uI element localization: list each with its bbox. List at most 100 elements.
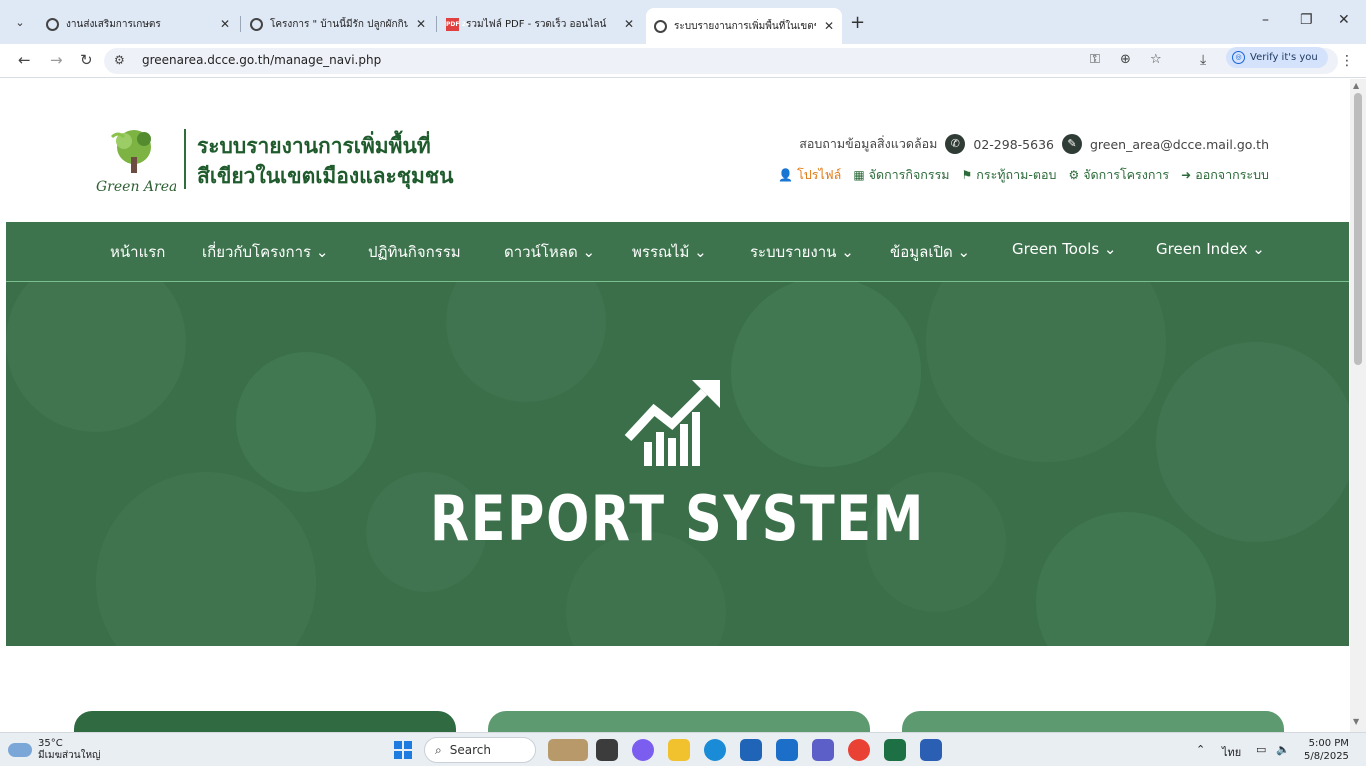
url-text[interactable]: greenarea.dcce.go.th/manage_navi.php bbox=[142, 53, 381, 67]
contact-phone[interactable]: 02-298-5636 bbox=[973, 137, 1054, 152]
forward-icon[interactable]: → bbox=[50, 51, 63, 69]
nav-green-index[interactable]: Green Index ⌄ bbox=[1156, 240, 1265, 258]
password-key-icon[interactable]: ⚿ bbox=[1090, 52, 1100, 67]
excel-icon[interactable] bbox=[884, 739, 906, 761]
tab-close-icon[interactable]: ✕ bbox=[416, 17, 426, 31]
minimize-icon[interactable]: – bbox=[1262, 12, 1269, 28]
search-icon: ⌕ bbox=[435, 742, 442, 757]
chrome-icon[interactable] bbox=[848, 739, 870, 761]
search-placeholder: Search bbox=[449, 743, 491, 757]
card-2[interactable] bbox=[488, 711, 870, 732]
green-area-logo[interactable]: Green Area bbox=[92, 123, 176, 199]
site-title[interactable]: ระบบรายงานการเพิ่มพื้นที่ สีเขียวในเขตเม… bbox=[197, 131, 454, 191]
back-icon[interactable]: ← bbox=[18, 51, 31, 69]
taskbar-clock[interactable]: 5:00 PM 5/8/2025 bbox=[1304, 737, 1349, 763]
nav-about[interactable]: เกี่ยวกับโครงการ ⌄ bbox=[202, 240, 328, 264]
address-bar: ← → ↻ ⚙ greenarea.dcce.go.th/manage_navi… bbox=[0, 44, 1366, 78]
teams-icon[interactable] bbox=[812, 739, 834, 761]
scrollbar-thumb[interactable] bbox=[1354, 93, 1362, 365]
logo-text: Green Area bbox=[96, 179, 176, 195]
menu-profile[interactable]: 👤 โปรไฟล์ bbox=[778, 165, 841, 185]
browser-tab-2[interactable]: โครงการ " บ้านนี้มีรัก ปลูกผักกินเอง ✕ bbox=[242, 10, 434, 38]
window-close-icon[interactable]: ✕ bbox=[1338, 12, 1350, 28]
tab-close-icon[interactable]: ✕ bbox=[624, 17, 634, 31]
hero-title: REPORT SYSTEM bbox=[430, 482, 925, 555]
menu-logout-label: ออกจากระบบ bbox=[1195, 167, 1269, 182]
nav-plants[interactable]: พรรณไม้ ⌄ bbox=[632, 240, 707, 264]
tab-title: โครงการ " บ้านนี้มีรัก ปลูกผักกินเอง bbox=[270, 18, 408, 30]
edge-icon[interactable] bbox=[704, 739, 726, 761]
windows-start-icon[interactable] bbox=[394, 741, 412, 759]
card-3[interactable] bbox=[902, 711, 1284, 732]
nav-download[interactable]: ดาวน์โหลด ⌄ bbox=[504, 240, 595, 264]
cloud-icon bbox=[8, 743, 32, 757]
browser-tab-active[interactable]: ระบบรายงานการเพิ่มพื้นที่ในเขตชุมช ✕ bbox=[646, 8, 842, 44]
user-icon: 👤 bbox=[778, 168, 794, 182]
globe-icon bbox=[654, 19, 667, 33]
tab-title: รวมไฟล์ PDF - รวดเร็ว ออนไลน์ bbox=[466, 18, 607, 30]
scroll-down-icon[interactable]: ▼ bbox=[1353, 717, 1359, 726]
menu-logout[interactable]: ➜ ออกจากระบบ bbox=[1181, 165, 1269, 185]
menu-forum-label: กระทู้ถาม-ตอบ bbox=[976, 167, 1057, 182]
nav-calendar[interactable]: ปฏิทินกิจกรรม bbox=[368, 240, 461, 264]
nav-report-system[interactable]: ระบบรายงาน ⌄ bbox=[750, 240, 854, 264]
browser-tab-3[interactable]: PDF 24 รวมไฟล์ PDF - รวดเร็ว ออนไลน์ ✕ bbox=[438, 10, 642, 38]
calendar-icon: ▦ bbox=[853, 168, 865, 182]
page-viewport: Green Area ระบบรายงานการเพิ่มพื้นที่ สีเ… bbox=[0, 79, 1349, 732]
volume-icon[interactable]: 🔈 bbox=[1276, 743, 1290, 756]
nav-home[interactable]: หน้าแรก bbox=[110, 240, 165, 264]
nav-open-data[interactable]: ข้อมูลเปิด ⌄ bbox=[890, 240, 970, 264]
language-indicator[interactable]: ไทย bbox=[1222, 743, 1241, 761]
copilot-icon[interactable] bbox=[632, 739, 654, 761]
task-view-icon[interactable] bbox=[596, 739, 618, 761]
tab-close-icon[interactable]: ✕ bbox=[824, 19, 834, 33]
weather-desc: มีเมฆส่วนใหญ่ bbox=[38, 750, 101, 761]
card-1[interactable] bbox=[74, 711, 456, 732]
new-tab-button[interactable]: + bbox=[850, 12, 865, 33]
bookmark-star-icon[interactable]: ☆ bbox=[1150, 52, 1162, 67]
logout-icon: ➜ bbox=[1181, 168, 1192, 182]
network-icon[interactable]: ▭ bbox=[1256, 743, 1266, 756]
menu-forum[interactable]: ⚑ กระทู้ถาม-ตอบ bbox=[962, 165, 1057, 185]
contact-email[interactable]: green_area@dcce.mail.go.th bbox=[1090, 137, 1269, 152]
taskbar-search[interactable]: ⌕ Search bbox=[424, 737, 536, 763]
globe-icon bbox=[46, 17, 59, 31]
weather-widget[interactable]: 35°C มีเมฆส่วนใหญ่ bbox=[8, 738, 101, 762]
pdf-icon: PDF 24 bbox=[446, 17, 470, 31]
contact-info: สอบถามข้อมูลสิ่งแวดล้อม ✆ 02-298-5636 ✎ … bbox=[799, 134, 1269, 154]
phone-icon: ✆ bbox=[945, 134, 966, 154]
browser-menu-icon[interactable]: ⋮ bbox=[1340, 53, 1354, 69]
site-title-line1: ระบบรายงานการเพิ่มพื้นที่ bbox=[197, 134, 431, 158]
browser-tab-1[interactable]: งานส่งเสริมการเกษตร ✕ bbox=[38, 10, 238, 38]
word-icon[interactable] bbox=[920, 739, 942, 761]
restore-icon[interactable]: ❐ bbox=[1300, 12, 1313, 28]
menu-manage-projects[interactable]: ⚙ จัดการโครงการ bbox=[1068, 165, 1169, 185]
verify-icon: ◎ bbox=[1232, 51, 1245, 64]
tab-title: ระบบรายงานการเพิ่มพื้นที่ในเขตชุมช bbox=[674, 20, 816, 32]
nav-green-tools[interactable]: Green Tools ⌄ bbox=[1012, 240, 1116, 258]
scroll-up-icon[interactable]: ▲ bbox=[1353, 81, 1359, 90]
page-scrollbar[interactable]: ▲ ▼ bbox=[1350, 79, 1366, 732]
reload-icon[interactable]: ↻ bbox=[80, 51, 93, 69]
flag-icon: ⚑ bbox=[961, 168, 973, 182]
windows-taskbar: 35°C มีเมฆส่วนใหญ่ ⌕ Search ⌃ ไทย ▭ 🔈 5:… bbox=[0, 732, 1366, 766]
tab-separator bbox=[240, 16, 241, 32]
email-icon: ✎ bbox=[1062, 134, 1082, 154]
tab-separator bbox=[436, 16, 437, 32]
site-settings-icon[interactable]: ⚙ bbox=[114, 53, 125, 67]
browser-tab-bar: ⌄ งานส่งเสริมการเกษตร ✕ โครงการ " บ้านนี… bbox=[0, 0, 1366, 44]
file-explorer-icon[interactable] bbox=[668, 739, 690, 761]
menu-manage-activities-label: จัดการกิจกรรม bbox=[868, 167, 950, 182]
omnibox[interactable]: ⚙ greenarea.dcce.go.th/manage_navi.php ⚿… bbox=[104, 48, 1338, 74]
widgets-icon[interactable] bbox=[548, 739, 588, 761]
download-icon[interactable]: ⤓ bbox=[1200, 52, 1206, 68]
user-menu: 👤 โปรไฟล์ ▦ จัดการกิจกรรม ⚑ กระทู้ถาม-ตอ… bbox=[778, 165, 1269, 185]
store-icon[interactable] bbox=[740, 739, 762, 761]
zoom-icon[interactable]: ⊕ bbox=[1120, 52, 1131, 67]
verify-button[interactable]: ◎ Verify it's you bbox=[1226, 47, 1328, 68]
outlook-icon[interactable] bbox=[776, 739, 798, 761]
tab-list-button[interactable]: ⌄ bbox=[8, 13, 32, 33]
menu-manage-activities[interactable]: ▦ จัดการกิจกรรม bbox=[853, 165, 949, 185]
tray-expand-icon[interactable]: ⌃ bbox=[1196, 743, 1205, 756]
tab-close-icon[interactable]: ✕ bbox=[220, 17, 230, 31]
